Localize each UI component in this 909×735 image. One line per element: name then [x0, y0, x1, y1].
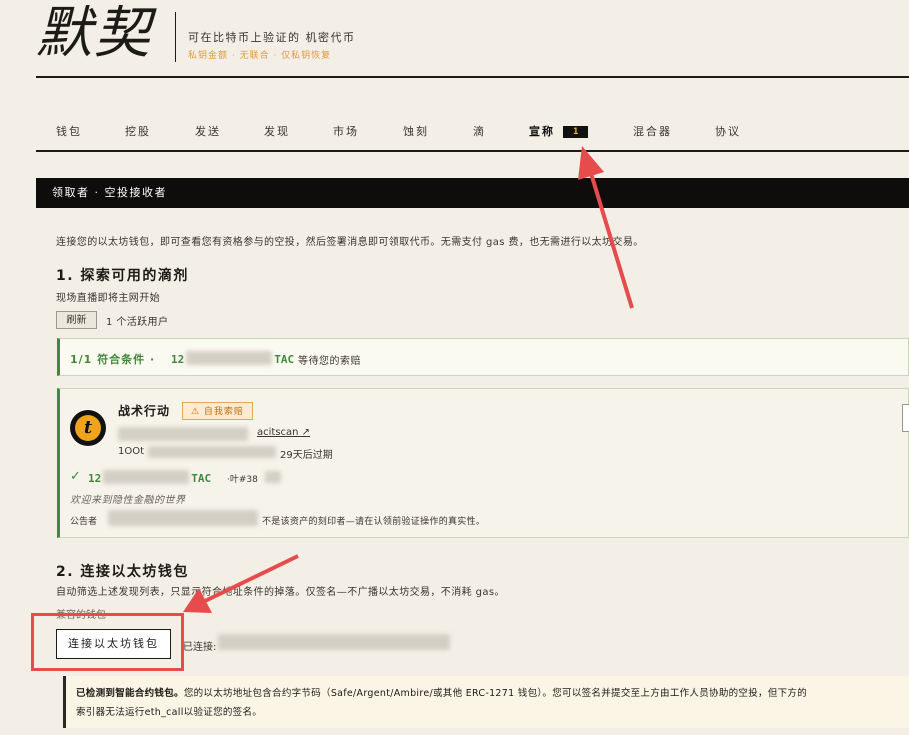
announcer-label: 公告者: [70, 517, 98, 527]
brand-tagline: 可在比特币上验证的 机密代币: [188, 31, 356, 44]
self-claim-badge: ⚠ 自我索赔: [182, 402, 253, 420]
warning-line-2: 索引器无法运行eth_call以验证您的签名。: [76, 707, 263, 718]
check-icon: ✓: [70, 469, 81, 484]
nav-divider: [36, 150, 909, 152]
token-logo-icon: t: [75, 415, 101, 441]
claim-amount: 12 TAC: [88, 470, 212, 485]
brand-logo: 默契: [36, 1, 152, 66]
nav-item-drop[interactable]: 滴: [473, 123, 486, 139]
nav-item-wallet[interactable]: 钱包: [56, 123, 82, 139]
main-nav: 钱包 挖股 发送 发现 市场 蚀刻 滴 宣称 1 混合器 协议: [36, 123, 909, 143]
nav-item-discover[interactable]: 发现: [264, 123, 290, 139]
connected-status: 已连接:: [183, 642, 217, 653]
refresh-button[interactable]: 刷新: [56, 311, 97, 329]
annotation-highlight: [31, 613, 184, 671]
eligibility-count: 1/1 符合条件 ·: [70, 353, 156, 366]
arrow-to-claim-tab: [578, 146, 634, 309]
redacted-wallet-address: [218, 634, 450, 650]
nav-item-protocol[interactable]: 协议: [715, 123, 741, 139]
explorer-link[interactable]: acitscan ↗: [257, 427, 310, 438]
token-logo: t: [70, 410, 106, 446]
step1-title: 1. 探索可用的滴剂: [56, 268, 189, 284]
brand-subtagline: 私钥金额 · 无联合 · 仅私钥恢复: [188, 51, 332, 61]
airdrop-id-prefix: 1OOt: [118, 446, 145, 457]
eligibility-status: 等待您的索赔: [298, 356, 361, 367]
airdrop-expiry: 29天后过期: [280, 450, 333, 461]
active-users-count: 1 个活跃用户: [106, 317, 169, 328]
airdrop-message: 欢迎来到隐性金融的世界: [70, 495, 186, 506]
nav-item-claim-label: 宣称: [529, 125, 555, 138]
smart-contract-warning: 已检测到智能合约钱包。您的以太坊地址包含合约字节码（Safe/Argent/Am…: [63, 676, 909, 728]
nav-item-claim[interactable]: 宣称 1: [529, 123, 589, 139]
nav-item-send[interactable]: 发送: [195, 123, 221, 139]
eligibility-summary: 1/1 符合条件 · 12 TAC 等待您的索赔: [57, 338, 909, 376]
warning-line-1: 已检测到智能合约钱包。您的以太坊地址包含合约字节码（Safe/Argent/Am…: [76, 688, 808, 699]
nav-item-mining[interactable]: 挖股: [125, 123, 151, 139]
section-title: 领取者 · 空投接收者: [36, 178, 909, 208]
announcer-warning: 不是该资产的刻印者—请在认领前验证操作的真实性。: [262, 517, 486, 527]
redacted-id: [148, 446, 276, 458]
redacted-address: [118, 427, 248, 441]
header-divider: [36, 76, 909, 78]
nav-item-market[interactable]: 市场: [333, 123, 359, 139]
section-intro: 连接您的以太坊钱包，即可查看您有资格参与的空投，然后签署消息即可领取代币。无需支…: [56, 237, 644, 248]
leaf-index: ·叶#38: [227, 475, 258, 485]
redacted-leaf: [265, 471, 281, 483]
nav-item-mixer[interactable]: 混合器: [633, 123, 672, 139]
step1-subtitle: 现场直播即将主网开始: [56, 293, 160, 304]
nav-item-etch[interactable]: 蚀刻: [403, 123, 429, 139]
step2-title: 2. 连接以太坊钱包: [56, 564, 189, 580]
redacted-announcer: [108, 510, 258, 526]
eligible-amount: 12 TAC: [171, 351, 295, 366]
claim-button[interactable]: [902, 404, 909, 432]
airdrop-name: 战术行动: [118, 404, 171, 418]
brand-divider: [175, 12, 176, 62]
step2-subtitle: 自动筛选上述发现列表，只显示符合地址条件的掉落。仅签名—不广播以太坊交易，不消耗…: [56, 587, 505, 598]
claim-count-badge: 1: [563, 126, 589, 138]
